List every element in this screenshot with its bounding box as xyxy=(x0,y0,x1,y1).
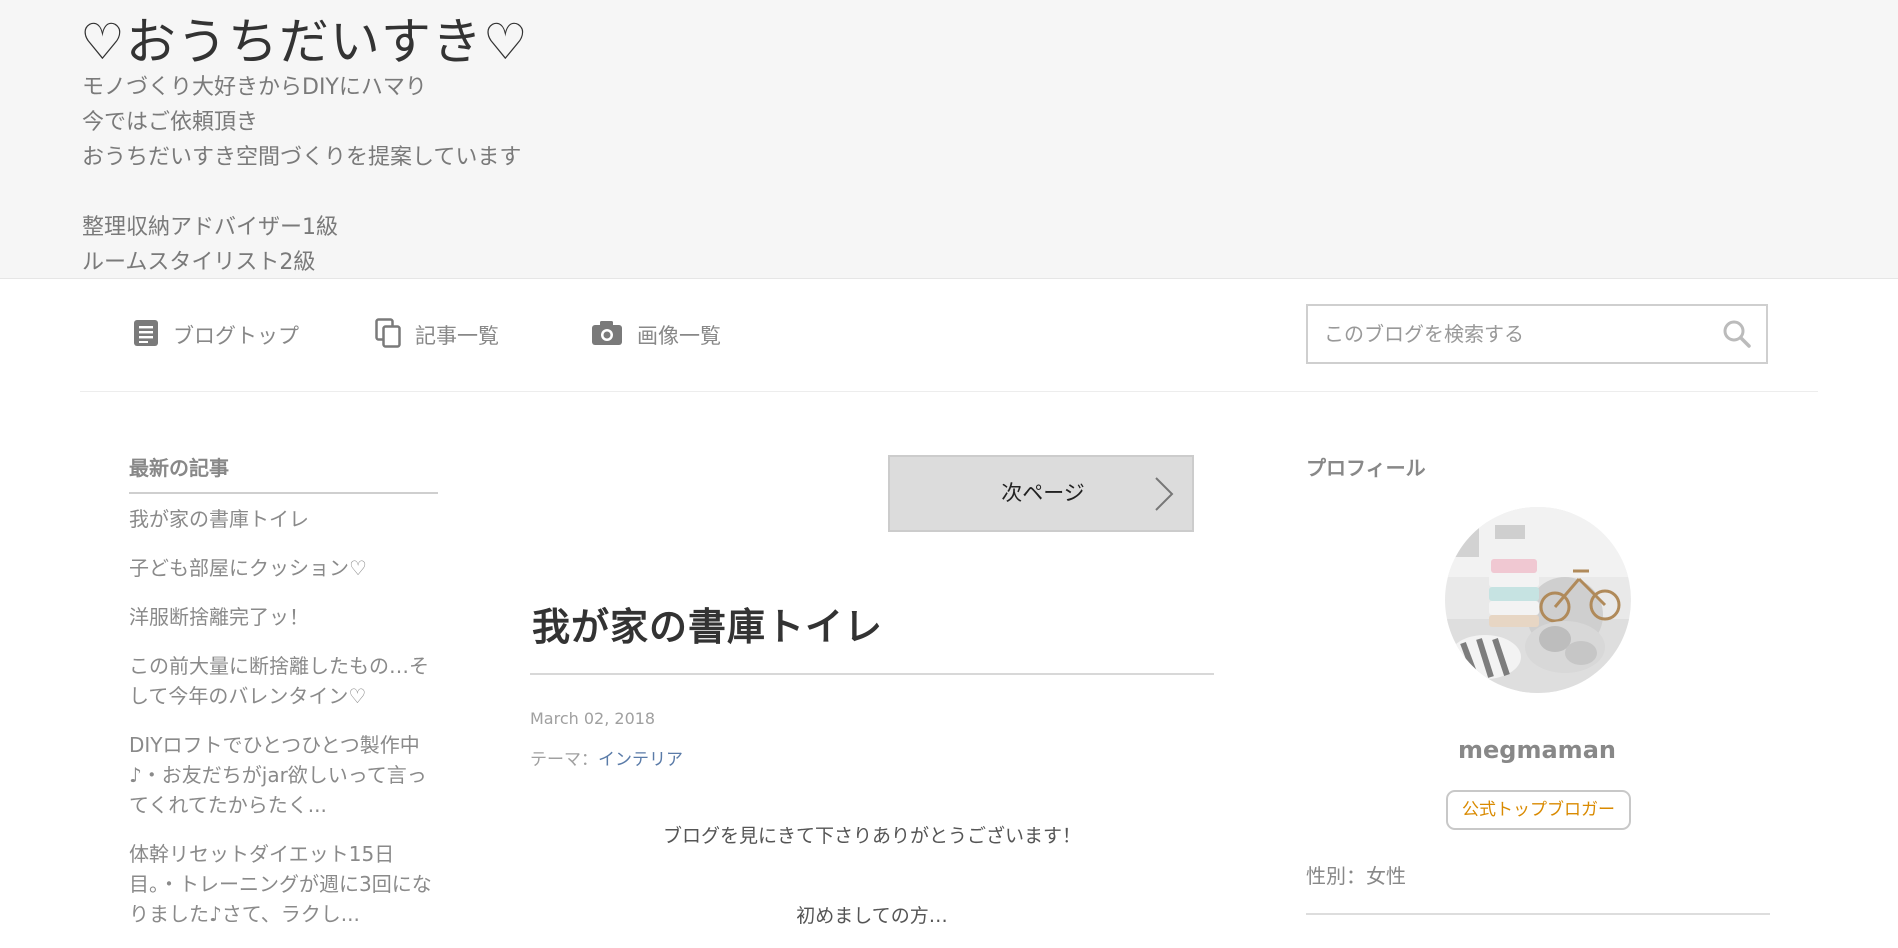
nav-image-list[interactable]: 画像一覧 xyxy=(591,318,721,352)
recent-post-link[interactable]: この前大量に断捨離したもの…そして今年のバレンタイン♡ xyxy=(129,651,444,711)
post-title-divider xyxy=(530,673,1214,675)
official-blogger-badge[interactable]: 公式トップブロガー xyxy=(1446,790,1631,830)
nav-label: ブログトップ xyxy=(173,324,299,348)
next-page-button[interactable]: 次ページ xyxy=(888,455,1194,532)
profile-gender: 性別：女性 xyxy=(1306,864,1406,888)
post-paragraph: ブログを見にきて下さりありがとうございます！ xyxy=(662,825,1081,847)
camera-icon xyxy=(591,320,623,351)
nav-article-list[interactable]: 記事一覧 xyxy=(375,317,499,353)
theme-label: テーマ： xyxy=(530,750,598,770)
recent-post-link[interactable]: 体幹リセットダイエット15日目。・トレーニングが週に3回になりました♪さて、ラク… xyxy=(129,839,444,929)
blog-title[interactable]: ♡おうちだいすき♡ xyxy=(80,2,529,74)
next-page-label: 次ページ xyxy=(1001,481,1085,505)
description-line: ルームスタイリスト2級 xyxy=(82,250,316,275)
nav-blog-top[interactable]: ブログトップ xyxy=(133,318,299,352)
post-paragraph: 初めましての方… xyxy=(796,905,948,927)
search-icon[interactable] xyxy=(1722,319,1752,353)
site-header: ♡おうちだいすき♡ モノづくり大好きからDIYにハマり 今ではご依頼頂き おうち… xyxy=(0,0,1898,279)
post-theme: テーマ：インテリア xyxy=(530,745,683,770)
blog-description: モノづくり大好きからDIYにハマり 今ではご依頼頂き おうちだいすき空間づくりを… xyxy=(82,70,521,280)
description-line xyxy=(82,175,521,210)
document-icon xyxy=(133,319,159,352)
recent-posts-divider xyxy=(129,492,438,494)
recent-post-link[interactable]: 子ども部屋にクッション♡ xyxy=(129,553,444,583)
blog-search-box xyxy=(1306,304,1768,364)
recent-post-link[interactable]: 洋服断捨離完了ッ！ xyxy=(129,602,444,632)
search-input[interactable] xyxy=(1308,306,1724,362)
theme-link[interactable]: インテリア xyxy=(598,750,683,770)
nav-divider xyxy=(80,391,1818,392)
profile-name[interactable]: megmaman xyxy=(1306,736,1768,764)
description-line: 整理収納アドバイザー1級 xyxy=(82,215,338,240)
recent-posts-list: 我が家の書庫トイレ 子ども部屋にクッション♡ 洋服断捨離完了ッ！ この前大量に断… xyxy=(129,504,444,948)
recent-posts-heading: 最新の記事 xyxy=(129,456,229,480)
recent-post-link[interactable]: 我が家の書庫トイレ xyxy=(129,504,444,534)
description-line: モノづくり大好きからDIYにハマり xyxy=(82,75,427,100)
post-title[interactable]: 我が家の書庫トイレ xyxy=(532,596,883,651)
nav-label: 画像一覧 xyxy=(637,324,721,348)
avatar[interactable] xyxy=(1445,507,1631,693)
profile-divider xyxy=(1306,913,1770,915)
description-line: 今ではご依頼頂き xyxy=(82,110,259,135)
profile-heading: プロフィール xyxy=(1306,456,1426,480)
copy-icon xyxy=(375,317,401,353)
nav-label: 記事一覧 xyxy=(415,324,499,348)
chevron-right-icon xyxy=(1154,476,1174,516)
recent-post-link[interactable]: DIYロフトでひとつひとつ製作中♪・お友だちがjar欲しいって言ってくれてたから… xyxy=(129,730,444,820)
description-line: おうちだいすき空間づくりを提案しています xyxy=(82,145,522,170)
post-date: March 02, 2018 xyxy=(530,709,656,728)
